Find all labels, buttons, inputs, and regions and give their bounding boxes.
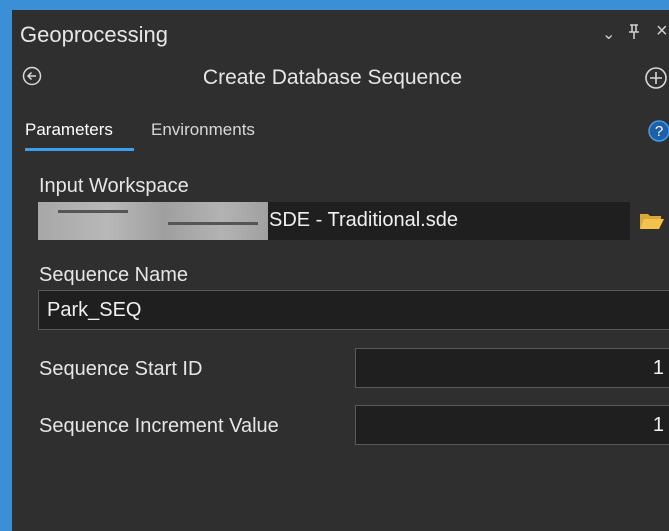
- input-workspace-value: SDE - Traditional.sde: [269, 209, 458, 231]
- help-glyph: ?: [655, 123, 663, 140]
- active-tab-indicator: [25, 148, 134, 151]
- pane-title: Geoprocessing: [20, 22, 168, 47]
- sequence-name-label: Sequence Name: [39, 264, 188, 286]
- close-icon[interactable]: ×: [656, 20, 668, 43]
- sequence-increment-label: Sequence Increment Value: [39, 415, 279, 437]
- sequence-increment-input[interactable]: [355, 405, 669, 445]
- tool-title-container: Create Database Sequence: [12, 66, 567, 90]
- browse-folder-icon[interactable]: [639, 210, 665, 232]
- input-workspace-field[interactable]: SDE - Traditional.sde: [38, 202, 630, 240]
- tab-parameters[interactable]: Parameters: [25, 120, 113, 140]
- tab-environments[interactable]: Environments: [151, 120, 255, 140]
- sequence-start-id-label: Sequence Start ID: [39, 358, 203, 380]
- sequence-name-input[interactable]: [38, 290, 669, 330]
- input-workspace-label: Input Workspace: [39, 175, 189, 197]
- tool-header: Create Database Sequence: [12, 58, 669, 98]
- pane-title-bar: Geoprocessing ⌄ ×: [12, 10, 669, 50]
- tool-title: Create Database Sequence: [202, 66, 463, 89]
- pin-glyph: [629, 24, 639, 39]
- pin-icon[interactable]: [628, 24, 640, 43]
- add-icon[interactable]: [644, 66, 668, 90]
- sequence-start-id-input[interactable]: [355, 348, 669, 388]
- help-icon[interactable]: ?: [648, 120, 669, 142]
- pane-options-chevron-icon[interactable]: ⌄: [602, 24, 615, 44]
- geoprocessing-pane: Geoprocessing ⌄ × Create Database Sequen…: [12, 10, 669, 531]
- redacted-path: [38, 202, 268, 240]
